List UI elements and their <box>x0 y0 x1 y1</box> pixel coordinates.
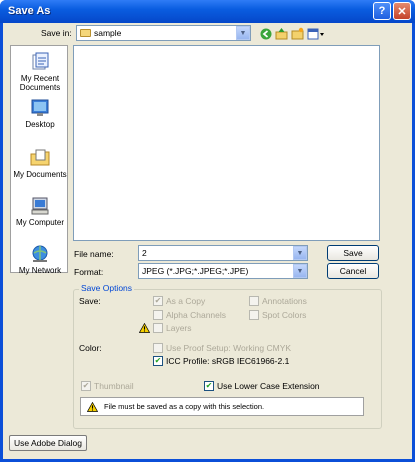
warning-icon <box>87 401 98 412</box>
dialog-body: Save in: sample ▼ My Recent Documents De… <box>3 23 412 459</box>
chevron-down-icon: ▼ <box>293 246 307 260</box>
place-my-computer[interactable]: My Computer <box>11 196 69 227</box>
alpha-channels-checkbox[interactable]: Alpha Channels <box>153 310 226 320</box>
file-list[interactable] <box>73 45 380 241</box>
new-folder-icon[interactable] <box>291 27 304 40</box>
save-options-title: Save Options <box>79 283 135 293</box>
folder-icon <box>80 29 91 37</box>
place-label: My Documents <box>13 170 67 179</box>
my-computer-icon <box>30 196 50 216</box>
file-name-label: File name: <box>74 249 114 259</box>
my-network-icon <box>30 244 50 264</box>
proof-setup-label: Use Proof Setup: Working CMYK <box>166 343 292 353</box>
recent-documents-icon <box>30 52 50 72</box>
place-desktop[interactable]: Desktop <box>11 98 69 129</box>
cancel-button[interactable]: Cancel <box>327 263 379 279</box>
as-a-copy-label: As a Copy <box>166 296 206 306</box>
save-in-label: Save in: <box>41 28 72 38</box>
lower-case-extension-label: Use Lower Case Extension <box>217 381 320 391</box>
save-in-dropdown[interactable]: sample ▼ <box>76 25 251 41</box>
warning-icon <box>139 323 150 333</box>
file-name-value: 2 <box>142 248 147 258</box>
notice-box: File must be saved as a copy with this s… <box>80 397 364 416</box>
place-label: Desktop <box>25 120 55 129</box>
save-label: Save: <box>79 296 101 306</box>
spot-colors-checkbox[interactable]: Spot Colors <box>249 310 306 320</box>
place-my-network[interactable]: My Network <box>11 244 69 275</box>
format-value: JPEG (*.JPG;*.JPEG;*.JPE) <box>142 266 249 276</box>
places-bar: My Recent Documents Desktop My Documents… <box>10 45 69 275</box>
file-name-input[interactable]: 2 ▼ <box>138 245 308 261</box>
as-a-copy-checkbox[interactable]: ✔ As a Copy <box>153 296 205 306</box>
proof-setup-checkbox[interactable]: Use Proof Setup: Working CMYK <box>153 343 291 353</box>
close-button[interactable]: ✕ <box>393 2 411 20</box>
notice-text: File must be saved as a copy with this s… <box>104 402 265 411</box>
dialog-title: Save As <box>8 5 51 17</box>
checkmark-icon: ✔ <box>81 381 91 391</box>
lower-case-extension-checkbox[interactable]: ✔ Use Lower Case Extension <box>204 381 320 391</box>
icc-profile-checkbox[interactable]: ✔ ICC Profile: sRGB IEC61966-2.1 <box>153 356 289 366</box>
save-as-dialog: Save As ? ✕ Save in: sample ▼ My Recent … <box>0 0 415 462</box>
view-menu-icon[interactable] <box>307 27 325 40</box>
thumbnail-label: Thumbnail <box>94 381 134 391</box>
annotations-label: Annotations <box>262 296 307 306</box>
thumbnail-checkbox[interactable]: ✔ Thumbnail <box>81 381 134 391</box>
title-bar[interactable]: Save As ? ✕ <box>0 0 415 23</box>
spot-colors-label: Spot Colors <box>262 310 307 320</box>
chevron-down-icon: ▼ <box>293 264 307 278</box>
checkmark-icon: ✔ <box>153 356 163 366</box>
place-recent-documents[interactable]: My Recent Documents <box>11 52 69 92</box>
save-button[interactable]: Save <box>327 245 379 261</box>
my-documents-icon <box>30 148 50 168</box>
format-dropdown[interactable]: JPEG (*.JPG;*.JPEG;*.JPE) ▼ <box>138 263 308 279</box>
place-label: My Recent Documents <box>19 74 61 92</box>
back-icon[interactable] <box>259 27 272 40</box>
place-my-documents[interactable]: My Documents <box>11 148 69 179</box>
color-label: Color: <box>79 343 102 353</box>
checkmark-icon: ✔ <box>204 381 214 391</box>
help-button[interactable]: ? <box>373 2 391 20</box>
close-icon: ✕ <box>397 5 407 18</box>
place-label: My Computer <box>15 218 64 227</box>
chevron-down-icon: ▼ <box>236 26 250 40</box>
use-adobe-dialog-button[interactable]: Use Adobe Dialog <box>9 435 87 451</box>
desktop-icon <box>30 98 50 118</box>
checkmark-icon: ✔ <box>153 296 163 306</box>
icc-profile-label: ICC Profile: sRGB IEC61966-2.1 <box>166 356 290 366</box>
layers-label: Layers <box>166 323 192 333</box>
annotations-checkbox[interactable]: Annotations <box>249 296 307 306</box>
layers-checkbox[interactable]: Layers <box>139 323 192 333</box>
help-icon: ? <box>378 5 386 17</box>
up-folder-icon[interactable] <box>275 27 288 40</box>
place-label: My Network <box>18 266 62 275</box>
save-in-value: sample <box>94 28 122 38</box>
alpha-channels-label: Alpha Channels <box>166 310 227 320</box>
format-label: Format: <box>74 267 104 277</box>
